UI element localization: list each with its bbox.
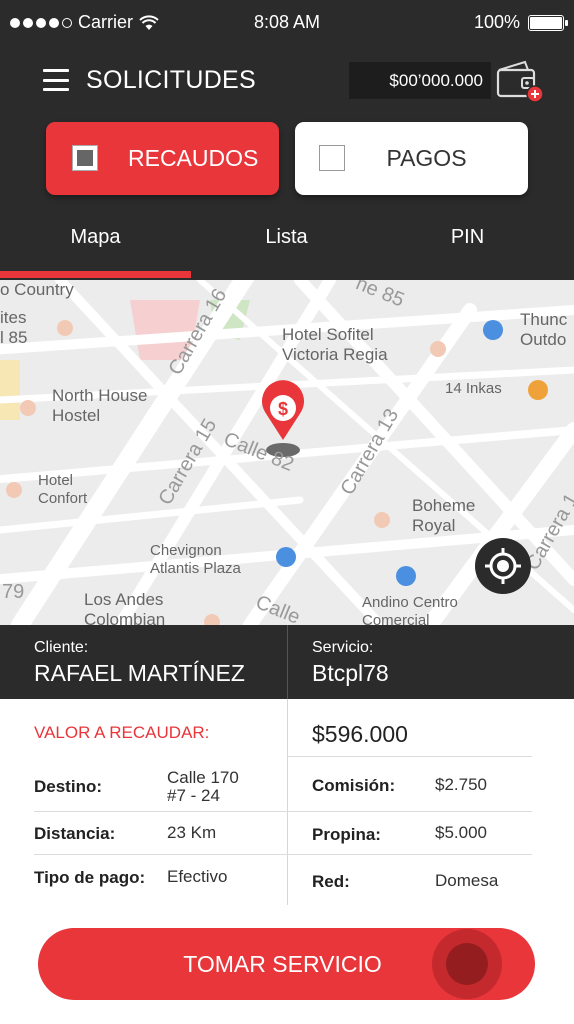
recaudos-label: RECAUDOS: [128, 145, 259, 171]
divider: [34, 854, 532, 855]
service-code: Btcpl78: [312, 660, 389, 686]
wallet-add-icon[interactable]: [495, 58, 545, 104]
valor-amount: $596.000: [312, 721, 408, 747]
battery-percent: 100%: [473, 12, 520, 32]
recaudos-toggle[interactable]: RECAUDOS: [46, 122, 279, 195]
page-title: SOLICITUDES: [86, 66, 256, 94]
map-label-los-andes: Los Andes Colombian: [84, 590, 166, 625]
slide-knob[interactable]: [432, 929, 502, 999]
battery-status: 100%: [473, 12, 568, 33]
my-location-button[interactable]: [475, 538, 531, 594]
map-label-hotel-sofitel: Hotel Sofitel Victoria Regia: [282, 325, 388, 365]
map-view[interactable]: $ o Country ites l 85 North House Hostel…: [0, 280, 574, 625]
service-label: Servicio:: [312, 639, 374, 656]
comision-value: $2.750: [435, 775, 487, 794]
tab-pin[interactable]: PIN: [372, 226, 563, 249]
divider: [34, 811, 532, 812]
divider: [287, 699, 288, 905]
view-tabs: Mapa Lista PIN: [0, 210, 574, 280]
tab-mapa[interactable]: Mapa: [0, 226, 191, 249]
map-label-country: o Country: [0, 280, 74, 299]
menu-icon[interactable]: [43, 69, 69, 91]
tipo-pago-label: Tipo de pago:: [34, 868, 146, 887]
crosshair-icon: [485, 548, 521, 584]
pagos-label: PAGOS: [386, 145, 467, 171]
tipo-pago-value: Efectivo: [167, 867, 228, 886]
service-summary: Cliente: RAFAEL MARTÍNEZ Servicio: Btcpl…: [0, 625, 574, 699]
map-label-hotel-confort: Hotel Confort: [38, 472, 88, 507]
client-block: Cliente: RAFAEL MARTÍNEZ: [34, 639, 245, 687]
destino-label: Destino:: [34, 777, 102, 796]
map-label-suites: ites l 85: [0, 308, 28, 348]
map-label-andino: Andino Centro Comercial: [362, 594, 458, 625]
map-label-north-house: North House Hostel: [52, 386, 148, 426]
street-number-79: 79: [2, 581, 25, 603]
tab-lista[interactable]: Lista: [191, 226, 382, 249]
comision-label: Comisión:: [312, 776, 396, 795]
status-bar: Carrier 8:08 AM 100%: [0, 0, 574, 44]
marker-symbol: $: [278, 399, 288, 419]
valor-label: VALOR A RECAUDAR:: [34, 723, 210, 742]
red-value: Domesa: [435, 871, 499, 890]
propina-value: $5.000: [435, 823, 487, 842]
map-label-inkas: 14 Inkas: [445, 380, 502, 397]
distancia-label: Distancia:: [34, 824, 116, 843]
service-block: Servicio: Btcpl78: [312, 639, 389, 687]
red-label: Red:: [312, 872, 350, 891]
distancia-value: 23 Km: [167, 823, 217, 842]
battery-icon: [528, 14, 568, 31]
header: Carrier 8:08 AM 100% SOLICITUDES $00’000…: [0, 0, 574, 280]
balance-display: $00’000.000: [349, 62, 491, 99]
active-tab-indicator: [0, 271, 191, 278]
pagos-toggle[interactable]: PAGOS: [295, 122, 528, 195]
take-service-label: TOMAR SERVICIO: [183, 950, 382, 977]
propina-label: Propina:: [312, 825, 381, 844]
map-label-thunder: Thunc Outdo: [520, 310, 568, 350]
map-label-chevignon: Chevignon Atlantis Plaza: [150, 542, 241, 577]
map-label-boheme: Boheme Royal: [412, 496, 476, 536]
client-label: Cliente:: [34, 639, 89, 656]
destino-value: Calle 170 #7 - 24: [167, 768, 239, 805]
divider: [287, 625, 288, 699]
service-details: VALOR A RECAUDAR: $596.000 Destino: Call…: [0, 699, 574, 905]
client-name: RAFAEL MARTÍNEZ: [34, 660, 245, 686]
divider: [287, 756, 532, 757]
